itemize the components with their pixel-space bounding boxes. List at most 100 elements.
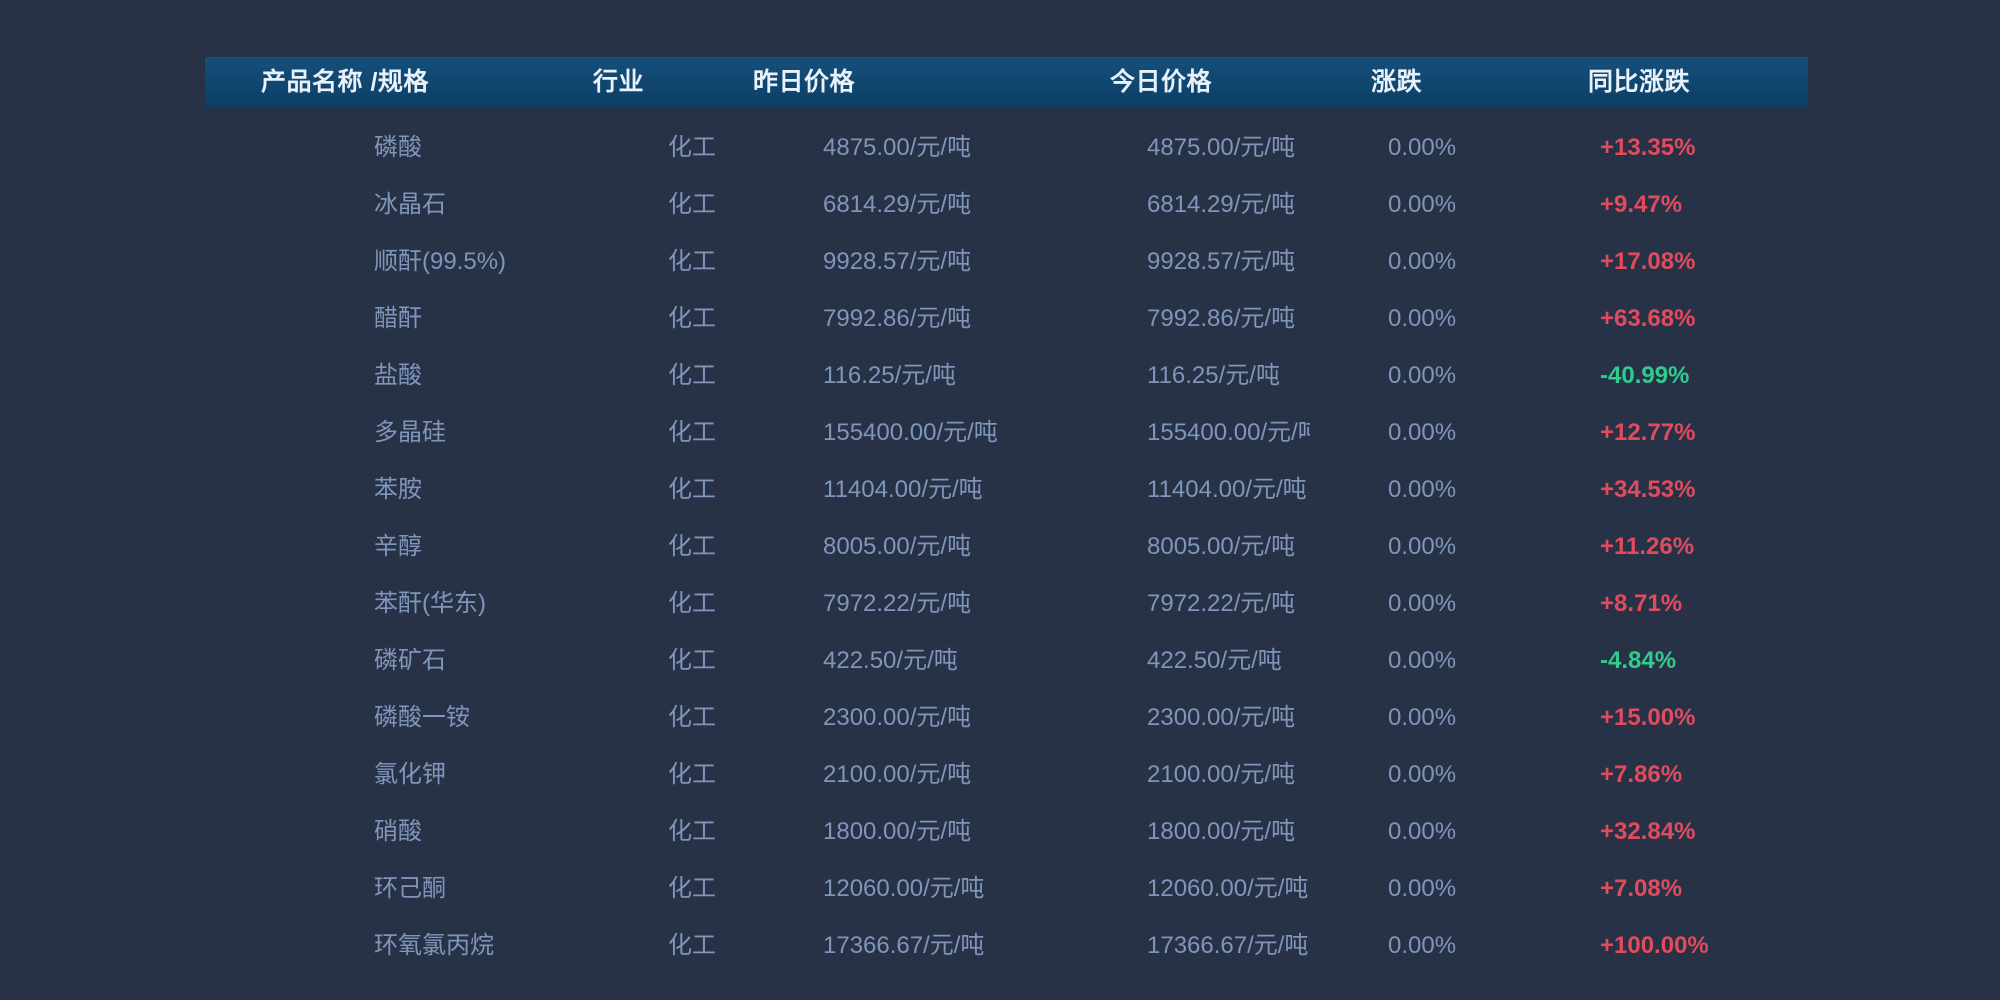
table-row: 辛醇 化工 8005.00/元/吨 8005.00/元/吨 0.00% +11.… (205, 518, 1808, 575)
yesterday-price-cell: 17366.67/元/吨 (740, 917, 1060, 974)
product-name-cell: 环氧氯丙烷 (205, 917, 560, 974)
today-price-cell: 4875.00/元/吨 (1060, 119, 1310, 176)
today-price-cell: 7992.86/元/吨 (1060, 290, 1310, 347)
today-price-cell: 155400.00/元/吨 (1060, 404, 1310, 461)
today-price-cell: 17366.67/元/吨 (1060, 917, 1310, 974)
table-row: 环氧氯丙烷 化工 17366.67/元/吨 17366.67/元/吨 0.00%… (205, 917, 1808, 974)
today-price-cell: 7972.22/元/吨 (1060, 575, 1310, 632)
table-row: 苯酐(华东) 化工 7972.22/元/吨 7972.22/元/吨 0.00% … (205, 575, 1808, 632)
yesterday-price-cell: 155400.00/元/吨 (740, 404, 1060, 461)
today-price-cell: 2100.00/元/吨 (1060, 746, 1310, 803)
industry-cell: 化工 (560, 404, 740, 461)
yesterday-price-cell: 6814.29/元/吨 (740, 176, 1060, 233)
column-header-change: 涨跌 (1310, 57, 1530, 107)
yesterday-price-cell: 422.50/元/吨 (740, 632, 1060, 689)
today-price-cell: 11404.00/元/吨 (1060, 461, 1310, 518)
change-cell: 0.00% (1310, 290, 1530, 347)
table-body: 磷酸 化工 4875.00/元/吨 4875.00/元/吨 0.00% +13.… (205, 107, 1808, 974)
column-header-industry: 行业 (560, 57, 740, 107)
change-cell: 0.00% (1310, 803, 1530, 860)
table-row: 醋酐 化工 7992.86/元/吨 7992.86/元/吨 0.00% +63.… (205, 290, 1808, 347)
table-row: 磷酸 化工 4875.00/元/吨 4875.00/元/吨 0.00% +13.… (205, 119, 1808, 176)
column-header-today-price: 今日价格 (1060, 57, 1310, 107)
table-row: 多晶硅 化工 155400.00/元/吨 155400.00/元/吨 0.00%… (205, 404, 1808, 461)
change-cell: 0.00% (1310, 575, 1530, 632)
change-cell: 0.00% (1310, 119, 1530, 176)
change-cell: 0.00% (1310, 689, 1530, 746)
product-name-cell: 醋酐 (205, 290, 560, 347)
product-name-cell: 磷酸 (205, 119, 560, 176)
yoy-change-cell: +7.08% (1530, 860, 1808, 917)
table-row: 硝酸 化工 1800.00/元/吨 1800.00/元/吨 0.00% +32.… (205, 803, 1808, 860)
yesterday-price-cell: 2300.00/元/吨 (740, 689, 1060, 746)
industry-cell: 化工 (560, 347, 740, 404)
column-header-yesterday-price: 昨日价格 (740, 57, 1060, 107)
industry-cell: 化工 (560, 461, 740, 518)
change-cell: 0.00% (1310, 917, 1530, 974)
yoy-change-cell: +9.47% (1530, 176, 1808, 233)
change-cell: 0.00% (1310, 233, 1530, 290)
product-name-cell: 盐酸 (205, 347, 560, 404)
yoy-change-cell: +100.00% (1530, 917, 1808, 974)
industry-cell: 化工 (560, 917, 740, 974)
yoy-change-cell: -4.84% (1530, 632, 1808, 689)
yoy-change-cell: +17.08% (1530, 233, 1808, 290)
yesterday-price-cell: 7972.22/元/吨 (740, 575, 1060, 632)
industry-cell: 化工 (560, 176, 740, 233)
yesterday-price-cell: 7992.86/元/吨 (740, 290, 1060, 347)
product-name-cell: 多晶硅 (205, 404, 560, 461)
change-cell: 0.00% (1310, 746, 1530, 803)
yesterday-price-cell: 116.25/元/吨 (740, 347, 1060, 404)
table-header-row: 产品名称 /规格 行业 昨日价格 今日价格 涨跌 同比涨跌 (205, 57, 1808, 107)
table-row: 磷矿石 化工 422.50/元/吨 422.50/元/吨 0.00% -4.84… (205, 632, 1808, 689)
price-table: 产品名称 /规格 行业 昨日价格 今日价格 涨跌 同比涨跌 磷酸 化工 4875… (205, 57, 1808, 974)
table-row: 顺酐(99.5%) 化工 9928.57/元/吨 9928.57/元/吨 0.0… (205, 233, 1808, 290)
table-row: 冰晶石 化工 6814.29/元/吨 6814.29/元/吨 0.00% +9.… (205, 176, 1808, 233)
today-price-cell: 6814.29/元/吨 (1060, 176, 1310, 233)
today-price-cell: 1800.00/元/吨 (1060, 803, 1310, 860)
column-header-product-name: 产品名称 /规格 (205, 57, 560, 107)
yesterday-price-cell: 4875.00/元/吨 (740, 119, 1060, 176)
today-price-cell: 9928.57/元/吨 (1060, 233, 1310, 290)
industry-cell: 化工 (560, 233, 740, 290)
yesterday-price-cell: 8005.00/元/吨 (740, 518, 1060, 575)
table-row: 氯化钾 化工 2100.00/元/吨 2100.00/元/吨 0.00% +7.… (205, 746, 1808, 803)
column-header-yoy-change: 同比涨跌 (1530, 57, 1808, 107)
today-price-cell: 8005.00/元/吨 (1060, 518, 1310, 575)
change-cell: 0.00% (1310, 632, 1530, 689)
change-cell: 0.00% (1310, 461, 1530, 518)
product-name-cell: 苯胺 (205, 461, 560, 518)
product-name-cell: 辛醇 (205, 518, 560, 575)
today-price-cell: 422.50/元/吨 (1060, 632, 1310, 689)
yoy-change-cell: +13.35% (1530, 119, 1808, 176)
change-cell: 0.00% (1310, 860, 1530, 917)
yesterday-price-cell: 1800.00/元/吨 (740, 803, 1060, 860)
industry-cell: 化工 (560, 119, 740, 176)
yoy-change-cell: +12.77% (1530, 404, 1808, 461)
product-name-cell: 环己酮 (205, 860, 560, 917)
yesterday-price-cell: 9928.57/元/吨 (740, 233, 1060, 290)
table-row: 环己酮 化工 12060.00/元/吨 12060.00/元/吨 0.00% +… (205, 860, 1808, 917)
table-row: 盐酸 化工 116.25/元/吨 116.25/元/吨 0.00% -40.99… (205, 347, 1808, 404)
yesterday-price-cell: 12060.00/元/吨 (740, 860, 1060, 917)
yoy-change-cell: -40.99% (1530, 347, 1808, 404)
change-cell: 0.00% (1310, 404, 1530, 461)
yesterday-price-cell: 11404.00/元/吨 (740, 461, 1060, 518)
industry-cell: 化工 (560, 860, 740, 917)
yoy-change-cell: +15.00% (1530, 689, 1808, 746)
today-price-cell: 116.25/元/吨 (1060, 347, 1310, 404)
product-name-cell: 磷酸一铵 (205, 689, 560, 746)
table-row: 苯胺 化工 11404.00/元/吨 11404.00/元/吨 0.00% +3… (205, 461, 1808, 518)
change-cell: 0.00% (1310, 347, 1530, 404)
today-price-cell: 12060.00/元/吨 (1060, 860, 1310, 917)
yoy-change-cell: +63.68% (1530, 290, 1808, 347)
product-name-cell: 磷矿石 (205, 632, 560, 689)
yoy-change-cell: +8.71% (1530, 575, 1808, 632)
product-name-cell: 硝酸 (205, 803, 560, 860)
industry-cell: 化工 (560, 575, 740, 632)
industry-cell: 化工 (560, 689, 740, 746)
industry-cell: 化工 (560, 632, 740, 689)
change-cell: 0.00% (1310, 176, 1530, 233)
yoy-change-cell: +7.86% (1530, 746, 1808, 803)
product-name-cell: 顺酐(99.5%) (205, 233, 560, 290)
